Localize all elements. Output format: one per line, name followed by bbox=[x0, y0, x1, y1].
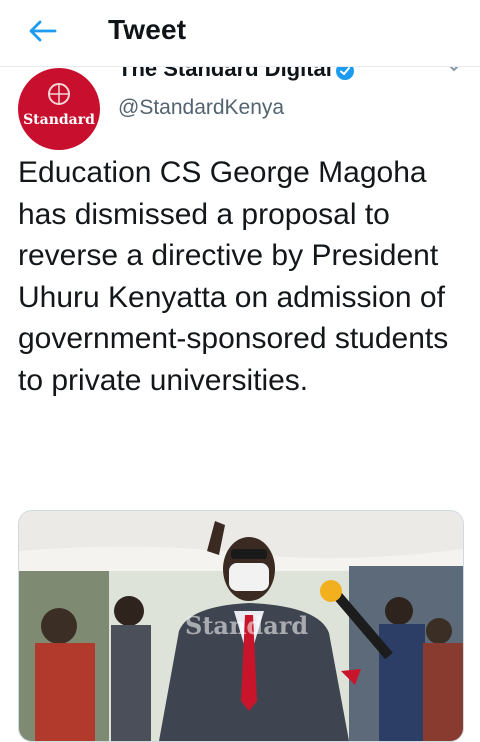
tweet-text: Education CS George Magoha has dismissed… bbox=[18, 156, 449, 397]
page-title: Tweet bbox=[108, 14, 187, 45]
avatar-text: Standard bbox=[23, 112, 95, 128]
avatar[interactable]: Standard bbox=[18, 68, 100, 150]
photo-watermark: Standard bbox=[185, 611, 309, 640]
arrow-left-icon bbox=[29, 20, 57, 42]
standard-crest-icon bbox=[48, 83, 70, 105]
tweet-photo[interactable]: Standard bbox=[18, 510, 464, 742]
back-button[interactable] bbox=[20, 14, 64, 48]
top-bar: Tweet bbox=[0, 0, 480, 67]
author-handle[interactable]: @StandardKenya bbox=[118, 96, 284, 120]
